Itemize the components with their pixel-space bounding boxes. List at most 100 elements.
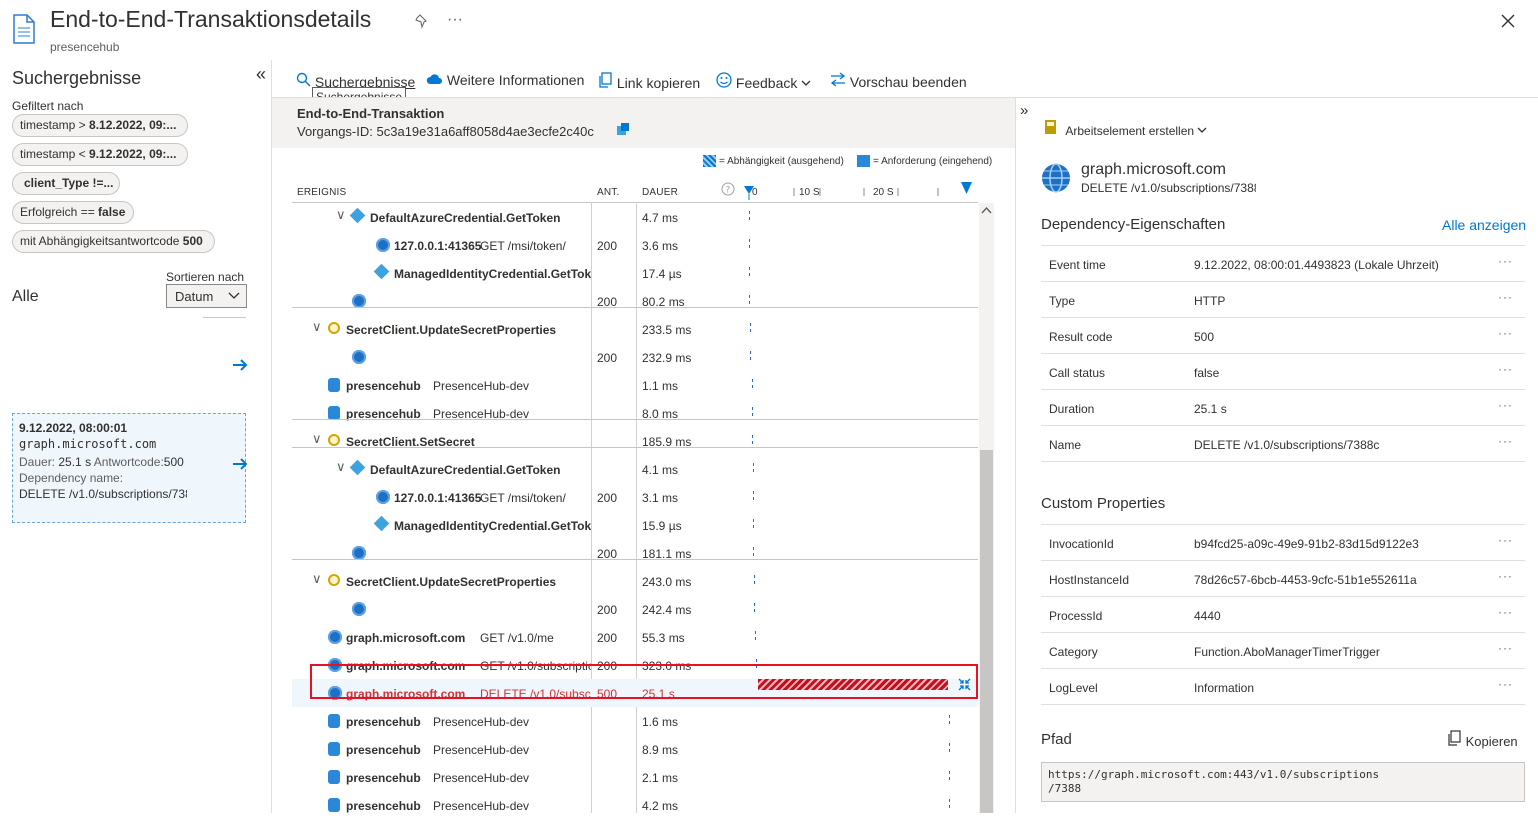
property-more-icon[interactable]: ··· [1498, 398, 1513, 412]
filter-key: Erfolgreich == [20, 205, 99, 219]
property-more-icon[interactable]: ··· [1498, 569, 1513, 583]
credential-diamond-icon [373, 263, 390, 280]
row-duration: 17.4 µs [642, 267, 682, 281]
close-icon[interactable] [1500, 13, 1516, 32]
table-row[interactable]: 200 80.2 ms [292, 287, 978, 315]
path-box: https://graph.microsoft.com:443/v1.0/sub… [1041, 762, 1525, 802]
table-row[interactable]: presencehub PresenceHub-dev 1.6 ms [292, 707, 978, 735]
sql-database-icon [328, 378, 340, 392]
table-row[interactable]: 200 181.1 ms [292, 539, 978, 567]
pin-icon[interactable] [414, 13, 430, 34]
table-row[interactable]: ManagedIdentityCredential.GetToken 15.9 µ… [292, 511, 978, 539]
scrollbar-thumb[interactable] [980, 450, 993, 813]
table-row[interactable]: graph.microsoft.com GET /v1.0/me 200 55.3 m… [292, 623, 978, 651]
timeline-bar [949, 771, 950, 780]
more-options-icon[interactable]: ··· [447, 11, 463, 29]
property-more-icon[interactable]: ··· [1498, 677, 1513, 691]
show-all-link[interactable]: Alle anzeigen [1442, 217, 1526, 233]
table-row[interactable]: presencehub PresenceHub-dev 2.1 ms [292, 763, 978, 791]
property-more-icon[interactable]: ··· [1498, 326, 1513, 340]
table-row[interactable]: 200 242.4 ms [292, 595, 978, 623]
collapse-timeline-icon[interactable] [958, 678, 971, 694]
feedback-button[interactable]: Feedback [716, 72, 811, 91]
property-more-icon[interactable]: ··· [1498, 290, 1513, 304]
filter-key: timestamp < [20, 147, 90, 161]
create-work-item-button[interactable]: Arbeitselement erstellen [1043, 119, 1207, 138]
property-row: InvocationId b94fcd25-a09c-49e9-91b2-83d1… [1041, 524, 1525, 560]
timeline-bar [949, 743, 950, 752]
property-value: 78d26c57-6bcb-4453-9cfc-51b1e552611a [1194, 573, 1417, 587]
filter-key: mit Abhängigkeitsantwortcode [20, 234, 183, 248]
row-collapse-chevron-icon[interactable]: ∨ [312, 319, 322, 335]
property-more-icon[interactable]: ··· [1498, 533, 1513, 547]
table-row[interactable]: ∨ SecretClient.UpdateSecretProperties 233.… [292, 315, 978, 343]
smiley-icon [716, 72, 732, 91]
property-key: Type [1049, 294, 1076, 308]
table-row[interactable]: ∨ SecretClient.SetSecret 185.9 ms [292, 427, 978, 455]
filter-pill-timestamp-to[interactable]: timestamp < 9.12.2022, 09:... [12, 143, 188, 166]
row-duration: 233.5 ms [642, 323, 692, 337]
copy-path-button[interactable]: Kopieren [1447, 730, 1518, 749]
legend-dependency-label: = Abhängigkeit (ausgehend) [719, 156, 844, 167]
filter-value: 9.12.2022, 09:... [89, 147, 177, 161]
copy-link-button[interactable]: Link kopieren [598, 72, 700, 91]
table-row[interactable]: ∨ DefaultAzureCredential.GetToken 4.7 ms [292, 203, 978, 231]
copy-icon [598, 72, 613, 91]
sql-database-icon [328, 770, 340, 784]
row-collapse-chevron-icon[interactable]: ∨ [312, 571, 322, 587]
chevron-down-icon [801, 75, 811, 91]
more-info-button[interactable]: Weitere Informationen [426, 72, 584, 88]
timeline-bar [752, 379, 753, 388]
all-label: Alle [12, 288, 39, 305]
table-row[interactable]: presencehub PresenceHub-dev 8.0 ms [292, 399, 978, 427]
property-row: Call status false ··· [1041, 353, 1525, 389]
property-more-icon[interactable]: ··· [1498, 605, 1513, 619]
table-row[interactable]: 200 232.9 ms [292, 343, 978, 371]
filter-pill-timestamp-from[interactable]: timestamp > 8.12.2022, 09:... [12, 114, 188, 137]
filter-pill-client-type[interactable]: client_Type !=... [12, 172, 120, 195]
open-result-arrow-icon[interactable] [232, 457, 248, 474]
expand-panel-icon[interactable]: » [1020, 102, 1028, 119]
table-row[interactable]: presencehub PresenceHub-dev 8.9 ms [292, 735, 978, 763]
response-code-value: 500 [163, 455, 184, 469]
property-more-icon[interactable]: ··· [1498, 362, 1513, 376]
scroll-up-icon[interactable] [981, 204, 992, 219]
dependency-name-value: DELETE /v1.0/subscriptions/7388 [19, 487, 187, 501]
row-name: presencehub [346, 743, 421, 757]
sort-dropdown[interactable]: Datum [166, 284, 247, 308]
property-key: Result code [1049, 330, 1113, 344]
filter-pill-response-code[interactable]: mit Abhängigkeitsantwortcode 500 [12, 230, 215, 253]
filter-pill-success[interactable]: Erfolgreich == false [12, 201, 134, 224]
row-collapse-chevron-icon[interactable]: ∨ [336, 459, 346, 475]
table-row[interactable]: presencehub PresenceHub-dev 1.1 ms [292, 371, 978, 399]
arrow-right-icon[interactable] [232, 358, 248, 375]
property-more-icon[interactable]: ··· [1498, 434, 1513, 448]
lightbulb-icon [328, 434, 340, 446]
property-more-icon[interactable]: ··· [1498, 641, 1513, 655]
row-collapse-chevron-icon[interactable]: ∨ [336, 207, 346, 223]
table-row[interactable]: ∨ DefaultAzureCredential.GetToken 4.1 ms [292, 455, 978, 483]
table-bottom-border [1041, 461, 1525, 462]
table-row[interactable]: ManagedIdentityCredential.GetToken 17.4 µ… [292, 259, 978, 287]
group-divider [292, 559, 978, 560]
end-preview-button[interactable]: Vorschau beenden [830, 72, 967, 90]
filter-value: client_Type !=... [24, 176, 114, 190]
globe-icon [352, 294, 366, 308]
table-row[interactable]: 127.0.0.1:41365 GET /msi/token/200 3.6 ms [292, 231, 978, 259]
document-icon [12, 14, 36, 44]
table-row[interactable]: 127.0.0.1:41365 GET /msi/token/200 3.1 ms [292, 483, 978, 511]
collapse-panel-icon[interactable]: « [256, 64, 266, 85]
row-name: DefaultAzureCredential.GetToken [370, 211, 561, 225]
operation-id: Vorgangs-ID: 5c3a19e31a6aff8058d4ae3ecfe… [297, 124, 594, 139]
row-response-code: 200 [597, 631, 618, 645]
timeline-bar [754, 603, 755, 612]
table-row[interactable]: ∨ SecretClient.UpdateSecretProperties 243.… [292, 567, 978, 595]
property-more-icon[interactable]: ··· [1498, 254, 1513, 268]
row-name: graph.microsoft.com [346, 631, 466, 645]
row-collapse-chevron-icon[interactable]: ∨ [312, 431, 322, 447]
search-result-card[interactable]: 9.12.2022, 08:00:01 graph.microsoft.com … [12, 413, 246, 523]
timeline-reset-icon[interactable]: ? [721, 182, 735, 199]
copy-operation-id-icon[interactable] [616, 122, 630, 139]
copy-path-label: Kopieren [1465, 734, 1518, 749]
table-row[interactable]: presencehub PresenceHub-dev 4.2 ms [292, 791, 978, 819]
